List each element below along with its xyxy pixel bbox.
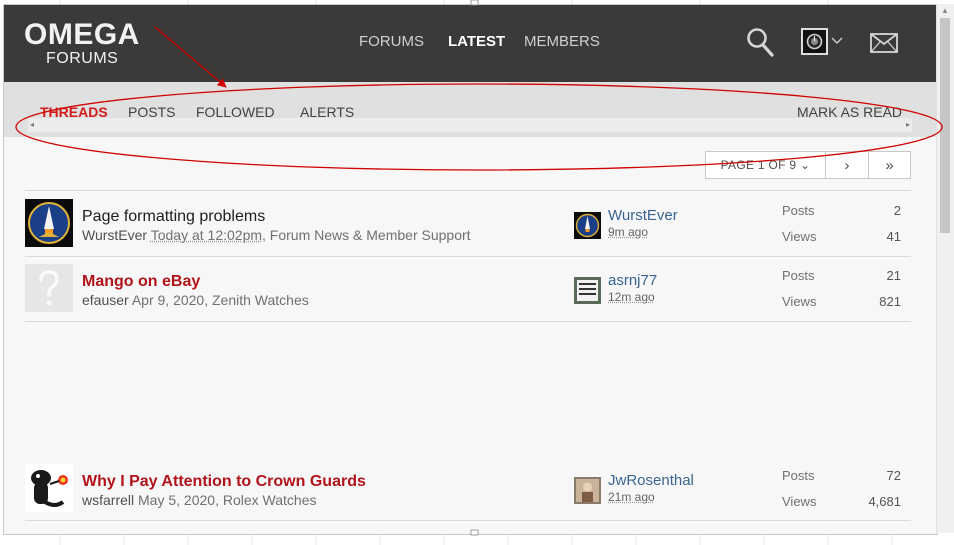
last-poster-name[interactable]: asrnj77 [608, 272, 657, 289]
views-count: 821 [879, 294, 901, 309]
thread-title[interactable]: Why I Pay Attention to Crown Guards [82, 473, 366, 491]
scrollbar-thumb[interactable] [940, 18, 950, 233]
scroll-left-icon[interactable]: ◂ [30, 120, 34, 129]
list-divider [25, 520, 911, 521]
thread-author[interactable]: wsfarrell [82, 492, 134, 508]
last-poster-avatar[interactable] [574, 477, 601, 504]
views-label: Views [782, 294, 817, 309]
views-count: 4,681 [868, 494, 901, 509]
logo-omega[interactable]: OMEGA [24, 18, 140, 52]
browser-viewport: OMEGA FORUMS FORUMS LATEST MEMBERS THREA… [3, 4, 938, 535]
thread-author[interactable]: WurstEver [82, 227, 147, 243]
last-poster-name[interactable]: WurstEver [608, 207, 678, 224]
thread-avatar-placeholder[interactable] [25, 264, 73, 312]
thread-forum[interactable]: , Forum News & Member Support [262, 227, 471, 243]
thread-title[interactable]: Page formatting problems [82, 208, 265, 226]
list-divider [25, 256, 911, 257]
nav-forums[interactable]: FORUMS [359, 33, 424, 50]
sub-navigation: THREADS POSTS FOLLOWED ALERTS MARK AS RE… [4, 82, 937, 137]
scroll-up-icon[interactable]: ▲ [941, 6, 949, 15]
posts-count: 72 [886, 468, 901, 483]
last-poster-avatar[interactable] [574, 277, 601, 304]
site-header: OMEGA FORUMS FORUMS LATEST MEMBERS [4, 5, 937, 82]
views-label: Views [782, 494, 817, 509]
last-page-button[interactable]: » [868, 151, 911, 179]
thread-avatar-lizard[interactable] [25, 464, 73, 512]
last-post-time[interactable]: 21m ago [608, 490, 655, 504]
thread-date[interactable]: Apr 9, 2020 [132, 292, 204, 308]
thread-meta: efauser Apr 9, 2020, Zenith Watches [82, 292, 309, 308]
thread-forum[interactable]: , Rolex Watches [215, 492, 316, 508]
posts-count: 21 [886, 268, 901, 283]
views-label: Views [782, 229, 817, 244]
list-divider [25, 321, 911, 322]
thread-date[interactable]: May 5, 2020 [138, 492, 215, 508]
posts-label: Posts [782, 468, 815, 483]
page-select-button[interactable]: PAGE 1 OF 9 ⌄ [705, 151, 826, 179]
list-divider [25, 190, 911, 191]
mail-icon[interactable] [870, 33, 898, 53]
last-post-time[interactable]: 9m ago [608, 225, 648, 239]
user-avatar-button[interactable] [801, 28, 828, 55]
last-post-time[interactable]: 12m ago [608, 290, 655, 304]
thread-date[interactable]: Today at 12:02pm [151, 227, 262, 243]
thread-author[interactable]: efauser [82, 292, 129, 308]
thread-meta: WurstEver Today at 12:02pm, Forum News &… [82, 227, 471, 243]
chevron-down-icon[interactable] [831, 35, 843, 45]
avatar-watch-icon [806, 33, 823, 50]
posts-count: 2 [893, 203, 901, 218]
thread-meta: wsfarrell May 5, 2020, Rolex Watches [82, 492, 316, 508]
last-poster-avatar[interactable] [574, 212, 601, 239]
posts-label: Posts [782, 203, 815, 218]
search-icon[interactable] [746, 27, 774, 57]
next-page-button[interactable]: › [825, 151, 869, 179]
logo-forums[interactable]: FORUMS [46, 50, 118, 68]
posts-label: Posts [782, 268, 815, 283]
scroll-right-icon[interactable]: ▸ [906, 120, 910, 129]
vertical-scrollbar[interactable]: ▲ [936, 4, 954, 533]
thread-title[interactable]: Mango on eBay [82, 273, 200, 291]
subnav-horizontal-scrollbar[interactable]: ◂ ▸ [28, 118, 912, 132]
thread-forum[interactable]: , Zenith Watches [204, 292, 309, 308]
nav-members[interactable]: MEMBERS [524, 33, 600, 50]
nav-latest[interactable]: LATEST [448, 33, 505, 50]
thread-avatar-space-shuttle[interactable] [25, 199, 73, 247]
views-count: 41 [886, 229, 901, 244]
last-poster-name[interactable]: JwRosenthal [608, 472, 694, 489]
